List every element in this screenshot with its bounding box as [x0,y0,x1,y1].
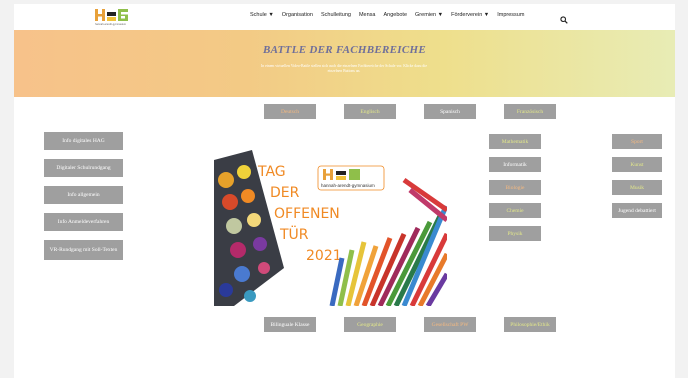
button-englisch[interactable]: Englisch [344,104,396,119]
nav-item-schule[interactable]: Schule ▼ [250,12,274,18]
nav-item-organisation[interactable]: Organisation [282,12,313,18]
button-deutsch[interactable]: Deutsch [264,104,316,119]
hero-banner: BATTLE DER FACHBEREICHE In einem virtuel… [14,30,675,97]
button-kunst[interactable]: Kunst [612,157,662,172]
button-franzoesisch[interactable]: Französisch [504,104,556,119]
site-logo[interactable]: hannah-arendt-gymnasium [95,8,143,26]
poster-logo: hannah-arendt-gymnasium [317,165,385,191]
button-biologie[interactable]: Biologie [489,180,541,195]
button-mathematik[interactable]: Mathematik [489,134,541,149]
button-info-allgemein[interactable]: Info allgemein [44,186,123,204]
nav-item-foerderverein[interactable]: Förderverein ▼ [451,12,489,18]
logo-text: hannah-arendt-gymnasium [95,22,126,26]
button-informatik[interactable]: Informatik [489,157,541,172]
nav-item-angebote[interactable]: Angebote [383,12,407,18]
button-bilinguale-klasse[interactable]: Bilinguale Klasse [264,317,316,332]
button-gesellschaft-pw[interactable]: Gesellschaft PW [424,317,476,332]
button-philosophie-ethik[interactable]: Philosophie/Ethik [504,317,556,332]
site-header: hannah-arendt-gymnasium Schule ▼ Organis… [14,4,675,30]
button-physik[interactable]: Physik [489,226,541,241]
poster-line-2021: 2021 [306,248,342,264]
button-geographie[interactable]: Geographie [344,317,396,332]
search-icon[interactable] [560,11,568,24]
button-spanisch[interactable]: Spanisch [424,104,476,119]
button-vr-rundgang[interactable]: VR-Rundgang mit Soll-Texten [44,240,123,260]
poster-line-der: DER [270,185,300,201]
open-day-poster: TAG DER OFFENEN TÜR 2021 hannah-arendt-g… [214,150,447,306]
colored-pencils-image [329,177,447,306]
poster-line-tag: TAG [257,164,286,180]
banner-title: BATTLE DER FACHBEREICHE [263,44,426,56]
banner-text: In einem virtuellen Video-Battle stellen… [260,64,428,73]
button-chemie[interactable]: Chemie [489,203,541,218]
button-jugend-debattiert[interactable]: Jugend debattiert [612,203,662,218]
poster-line-tuer: TÜR [279,225,309,243]
nav-item-schulleitung[interactable]: Schulleitung [321,12,351,18]
button-info-digitales-hag[interactable]: Info digitales HAG [44,132,123,150]
button-digitaler-schulrundgang[interactable]: Digitaler Schulrundgang [44,159,123,177]
button-info-anmeldeverfahren[interactable]: Info Anmeldeverfahren [44,213,123,231]
poster-line-offenen: OFFENEN [274,206,340,222]
poster-logo-text: hannah-arendt-gymnasium [321,183,375,188]
page: hannah-arendt-gymnasium Schule ▼ Organis… [14,4,675,378]
nav-item-gremien[interactable]: Gremien ▼ [415,12,443,18]
nav-item-mensa[interactable]: Mensa [359,12,376,18]
nav-item-impressum[interactable]: Impressum [497,12,524,18]
button-musik[interactable]: Musik [612,180,662,195]
button-sport[interactable]: Sport [612,134,662,149]
main-nav: Schule ▼ Organisation Schulleitung Mensa… [250,12,532,18]
